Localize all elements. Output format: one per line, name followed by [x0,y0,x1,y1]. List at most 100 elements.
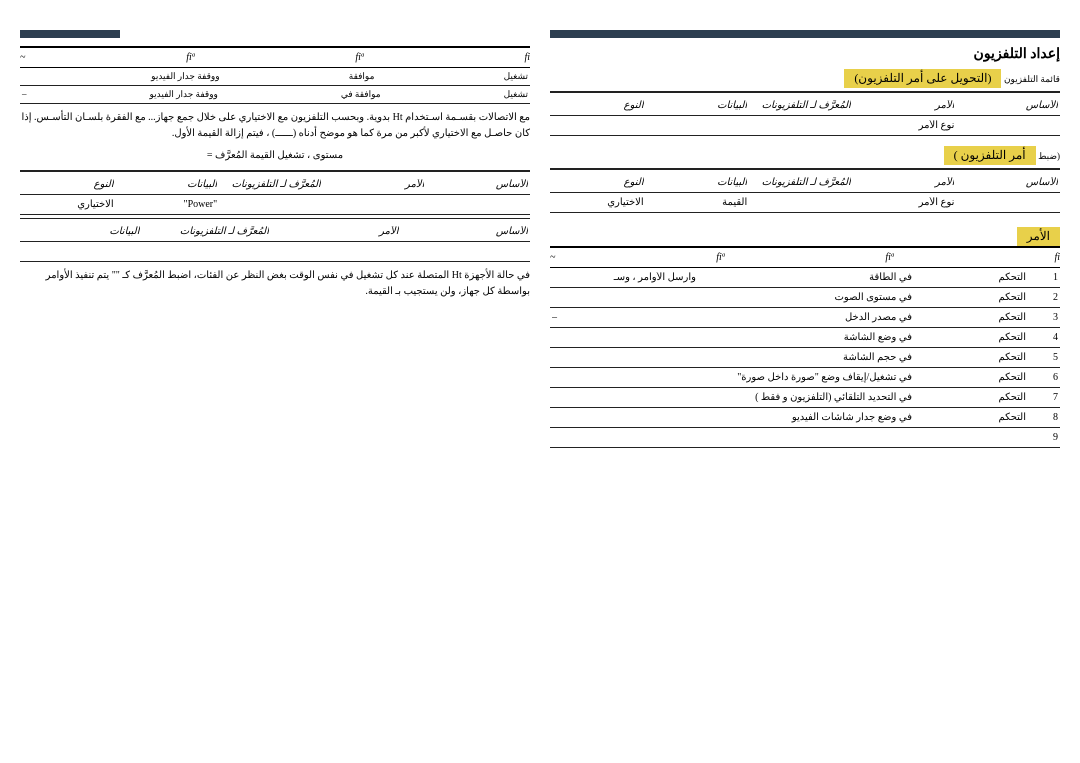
cmds-body: 1التحكمفي الطاقةوأرسل الأوامر ، وسـ2التح… [550,268,1060,448]
cmd-b: في وضع جدار شاشات الفيديو [708,412,912,423]
t1r-1: نوع الأمر [863,120,955,131]
tbl3-h2: الأساس الأمر المُعرَّف لـ التلفزيونات ال… [20,222,530,242]
t2r-1: نوع الأمر [863,197,955,208]
cmd-n: 1 [1038,272,1058,283]
cmd-b: في مستوى الصوت [708,292,912,303]
tbl2-r: نوع الأمر القيمة الاختياري [550,193,1060,213]
cmd-row: 4 التحكم في وضع الشاشة [550,328,1060,348]
t3h2-0: الأساس [411,226,529,237]
cmd-b: في حجم الشاشة [708,352,912,363]
cmd-a: التحكم [924,292,1026,303]
sec2-hl: أمر التلفزيون ) [944,146,1036,165]
sr1-a: تشغيل [504,71,528,82]
t3h-2: المُعرَّف لـ التلفزيونات [229,179,321,190]
tbl3-r1: "Power" الاختياري [20,195,530,215]
cmd-n: 6 [1038,372,1058,383]
t1h-4: النوع [552,100,644,111]
left-sr2: تشغيل موافقة في ووقفة جدار الفيديو – [20,86,530,104]
cmds-header: fi fiª fiª [550,246,1060,268]
cmd-d: – [552,312,582,323]
left-para2: في حالة الأجهزة Ht المتصلة عند كل تشغيل … [20,268,530,300]
page: fi fiª fiª تشغيل موافقة ووقفة جدار الفيد… [0,0,1080,468]
sec2: (ضبط أمر التلفزيون ) [550,146,1060,165]
main-title: إعداد التلفزيون [550,46,1060,63]
sec1-hl: (التحويل على أمر التلفزيون) [844,69,1001,88]
t1h-3: البيانات [656,100,748,111]
tbl3-top [20,170,530,172]
t3h-3: البيانات [126,179,218,190]
cmd-b: في وضع الشاشة [708,332,912,343]
sec1-label: قائمة التلفزيون [1004,74,1060,84]
left-formula: مستوى ، تشغيل القيمة المُعرَّف = [20,148,530,164]
tbl3-h: الأساس الأمر المُعرَّف لـ التلفزيونات ال… [20,175,530,195]
left-para1: مع الاتصالات بقسـمة اسـتخدام Ht بدوية. و… [20,110,530,142]
ch-1: fiª [885,252,893,263]
ch-2: fiª [716,252,724,263]
cmd-row: 2 التحكم في مستوى الصوت [550,288,1060,308]
tbl3-emptyrow [20,242,530,262]
t3h-0: الأساس [436,179,528,190]
tbl1-r: نوع الأمر [550,116,1060,136]
tbl2-h: الأساس الأمر المُعرَّف لـ التلفزيونات ال… [550,173,1060,193]
cmd-a: التحكم [924,412,1026,423]
left-column: fi fiª fiª تشغيل موافقة ووقفة جدار الفيد… [20,30,530,448]
cmd-a: التحكم [924,392,1026,403]
t2h-3: البيانات [656,177,748,188]
cmd-row: 8 التحكم في وضع جدار شاشات الفيديو [550,408,1060,428]
cmd-b: في مصدر الدخل [708,312,912,323]
cmd-n: 2 [1038,292,1058,303]
t1h-1: الأمر [863,100,955,111]
tbl1-h: الأساس الأمر المُعرَّف لـ التلفزيونات ال… [550,96,1060,116]
t3r-4: الاختياري [22,199,114,210]
cmd-n: 4 [1038,332,1058,343]
t2r-3: القيمة [656,197,748,208]
t1h-2: المُعرَّف لـ التلفزيونات [759,100,851,111]
cmd-n: 3 [1038,312,1058,323]
lh-1: fi [524,52,530,63]
t2h-4: النوع [552,177,644,188]
cmd-a: التحكم [924,272,1026,283]
lh-4 [20,52,25,63]
cmds-label: الأمر [1017,227,1060,246]
cmd-b: في الطاقة [708,272,912,283]
cmd-a: التحكم [924,372,1026,383]
cmd-row: 7 التحكم في التحديد التلقائي (التلفزيون و … [550,388,1060,408]
tbl1-top [550,91,1060,93]
cmd-a: التحكم [924,312,1026,323]
t2h-0: الأساس [966,177,1058,188]
cmd-row: 6التحكمفي تشغيل/إيقاف وضع "صورة داخل صور… [550,368,1060,388]
t2h-1: الأمر [863,177,955,188]
t3h2-1: الأمر [281,226,399,237]
cmd-b: في التحديد التلقائي (التلفزيون و فقط ) [708,392,912,403]
sr1-b: موافقة [349,71,375,82]
t3h2-2: المُعرَّف لـ التلفزيونات [152,226,270,237]
cmd-n: 7 [1038,392,1058,403]
tbl3-mid [20,218,530,219]
t2r-4: الاختياري [552,197,644,208]
cmd-row: 3 التحكم في مصدر الدخل – [550,308,1060,328]
lh-2: fiª [355,52,363,63]
cmd-n: 8 [1038,412,1058,423]
sr1-c: ووقفة جدار الفيديو [151,71,219,82]
t3r-3: "Power" [126,199,218,210]
sr2-d: – [22,89,27,100]
right-column: إعداد التلفزيون قائمة التلفزيون (التحويل… [550,30,1060,448]
cmd-a: التحكم [924,352,1026,363]
sr2-c: ووقفة جدار الفيديو [149,89,217,100]
lh-3: fiª [186,52,194,63]
cmd-a: التحكم [924,332,1026,343]
t3h-1: الأمر [333,179,425,190]
sec2-label: (ضبط [1038,151,1060,161]
sr2-a: تشغيل [504,89,528,100]
cmd-n: 5 [1038,352,1058,363]
cmd-row: 1التحكمفي الطاقةوأرسل الأوامر ، وسـ [550,268,1060,288]
left-sr1: تشغيل موافقة ووقفة جدار الفيديو [20,68,530,86]
sr2-b: موافقة في [341,89,381,100]
cmd-n: 9 [1038,432,1058,443]
left-header-row: fi fiª fiª [20,46,530,68]
t3h-4: النوع [22,179,114,190]
top-rule-left [20,30,120,38]
cmd-row: 9 [550,428,1060,448]
t3h2-3: البيانات [22,226,140,237]
cmd-row: 5 التحكم في حجم الشاشة [550,348,1060,368]
